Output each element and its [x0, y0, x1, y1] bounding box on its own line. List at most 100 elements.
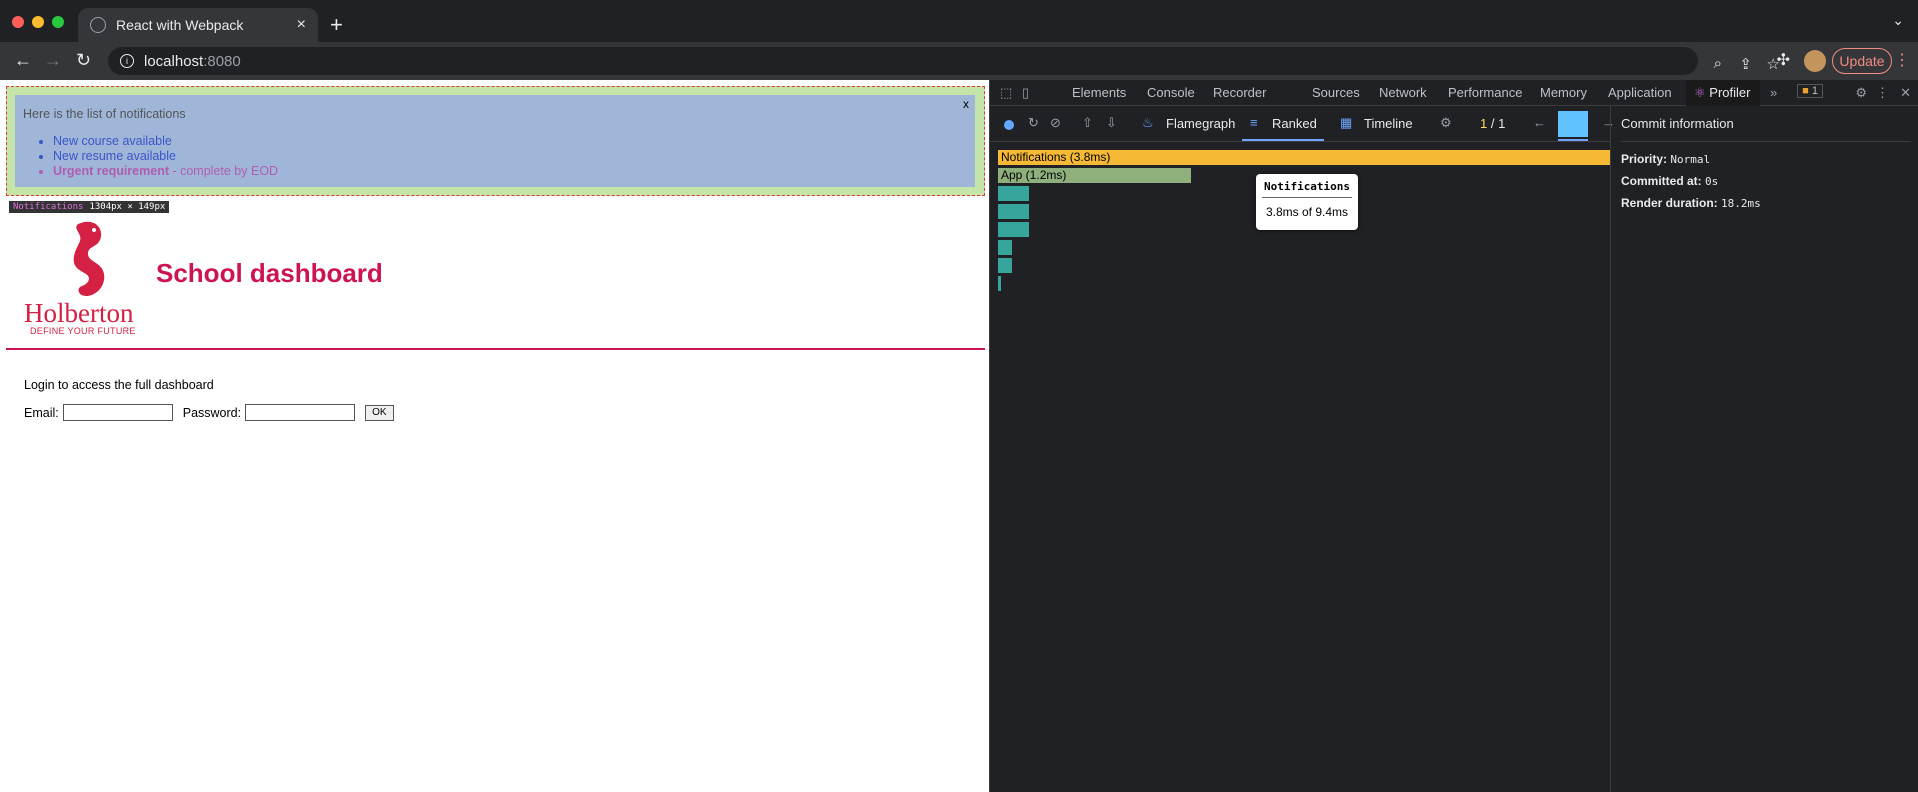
commit-bar[interactable]: [1558, 111, 1588, 137]
back-arrow-icon[interactable]: ←: [14, 50, 32, 71]
ranked-bar[interactable]: Notifications (3.8ms): [998, 150, 1610, 165]
tab-performance[interactable]: Performance: [1448, 85, 1522, 100]
profiler-settings-icon[interactable]: ⚙: [1440, 115, 1452, 131]
login-prompt: Login to access the full dashboard: [24, 378, 214, 392]
tab-strip: React with Webpack × + ⌄: [0, 0, 1918, 42]
tab-memory[interactable]: Memory: [1540, 85, 1587, 100]
close-window-button[interactable]: [12, 16, 24, 28]
more-menu-icon[interactable]: ⋮: [1894, 50, 1910, 70]
globe-icon: [90, 17, 106, 33]
settings-gear-icon[interactable]: ⚙: [1855, 85, 1867, 101]
tooltip-title: Notifications: [1262, 180, 1352, 198]
commit-total: 1: [1498, 116, 1506, 131]
login-form: Email: Password: OK: [24, 404, 394, 421]
priority-label: Priority:: [1621, 152, 1668, 166]
issues-badge[interactable]: ■ 1: [1797, 84, 1823, 98]
committed-label: Committed at:: [1621, 174, 1702, 188]
forward-arrow-icon[interactable]: →: [44, 50, 62, 71]
clear-icon[interactable]: ⊘: [1050, 115, 1061, 131]
ranked-bar[interactable]: [998, 186, 1029, 201]
update-button[interactable]: Update: [1832, 48, 1892, 74]
share-icon[interactable]: ⇪: [1739, 55, 1752, 73]
browser-toolbar: ← → ↻ i localhost:8080 ⌕ ⇪ ☆: [0, 42, 1918, 80]
ranked-bar[interactable]: App (1.2ms): [998, 168, 1192, 183]
tab-close-icon[interactable]: ×: [297, 16, 306, 34]
devtools-menu-icon[interactable]: ⋮: [1876, 85, 1889, 101]
notification-item[interactable]: Urgent requirement - complete by EOD: [53, 164, 967, 178]
minimize-window-button[interactable]: [32, 16, 44, 28]
notification-item[interactable]: New resume available: [53, 149, 967, 163]
commit-info-header: Commit information: [1621, 116, 1911, 142]
password-field[interactable]: [245, 404, 356, 421]
maximize-window-button[interactable]: [52, 16, 64, 28]
render-value: 18.2ms: [1721, 197, 1761, 210]
ranked-bar[interactable]: [998, 204, 1029, 219]
tooltip-body: 3.8ms of 9.4ms: [1265, 205, 1349, 219]
header-divider: [6, 348, 985, 350]
issues-count: 1: [1811, 85, 1818, 97]
reload-profile-icon[interactable]: ↻: [1028, 115, 1039, 131]
page-viewport: x Here is the list of notifications New …: [0, 80, 989, 792]
info-icon[interactable]: i: [120, 54, 134, 68]
url-host: localhost: [144, 52, 204, 70]
committed-row: Committed at: 0s: [1621, 174, 1718, 188]
tab-recorder[interactable]: Recorder: [1213, 85, 1266, 100]
ranked-icon: ≡: [1250, 115, 1258, 130]
timeline-icon: ▦: [1340, 115, 1353, 130]
tab-profiler-label: Profiler: [1709, 85, 1751, 100]
commit-current: 1: [1480, 116, 1488, 131]
tab-title: React with Webpack: [116, 17, 244, 33]
ok-button[interactable]: OK: [365, 404, 394, 421]
ranked-bar[interactable]: [998, 276, 1002, 291]
tab-elements[interactable]: Elements: [1072, 85, 1126, 100]
notification-item[interactable]: New course available: [53, 134, 967, 148]
download-icon[interactable]: ⇩: [1106, 115, 1117, 131]
ranked-bar[interactable]: [998, 240, 1013, 255]
tab-application[interactable]: Application: [1608, 85, 1672, 100]
commit-counter: 1 / 1: [1480, 116, 1506, 131]
prev-commit-icon[interactable]: ←: [1533, 115, 1546, 130]
close-icon[interactable]: x: [963, 97, 969, 111]
new-tab-button[interactable]: +: [330, 12, 343, 38]
url-port: :8080: [203, 52, 241, 70]
record-icon[interactable]: [1004, 120, 1014, 130]
notification-text: New course available: [53, 134, 172, 148]
tab-profiler[interactable]: ⚛ Profiler: [1686, 80, 1761, 106]
address-bar[interactable]: i localhost:8080: [108, 47, 1698, 75]
tab-network[interactable]: Network: [1379, 85, 1427, 100]
logo-tagline: DEFINE YOUR FUTURE: [30, 326, 136, 336]
ranked-bar[interactable]: [998, 258, 1013, 273]
mode-ranked[interactable]: Ranked: [1272, 116, 1317, 131]
selected-commit-indicator: [1558, 139, 1588, 141]
mode-flamegraph[interactable]: Flamegraph: [1166, 116, 1235, 131]
logo-wordmark: Holberton: [24, 298, 134, 328]
reload-icon[interactable]: ↻: [76, 50, 91, 71]
render-label: Render duration:: [1621, 196, 1718, 210]
email-field[interactable]: [62, 404, 173, 421]
mode-timeline[interactable]: Timeline: [1364, 116, 1413, 131]
priority-row: Priority: Normal: [1621, 152, 1710, 166]
avatar[interactable]: [1804, 50, 1826, 72]
notifications-panel: x Here is the list of notifications New …: [15, 95, 975, 187]
warning-icon: ■: [1802, 85, 1809, 97]
notifications-list: New course available New resume availabl…: [53, 134, 967, 178]
ranked-bar[interactable]: [998, 222, 1029, 237]
flame-icon: ♨: [1142, 115, 1154, 130]
tab-sources[interactable]: Sources: [1312, 85, 1360, 100]
close-devtools-icon[interactable]: ✕: [1900, 85, 1911, 101]
zoom-icon[interactable]: ⌕: [1714, 55, 1722, 72]
inspect-size: 1304px × 149px: [89, 202, 166, 212]
extensions-icon[interactable]: ✣: [1777, 50, 1790, 70]
inspect-element-icon[interactable]: ⬚: [1000, 85, 1012, 101]
upload-icon[interactable]: ⇧: [1082, 115, 1093, 131]
chevron-down-icon[interactable]: ⌄: [1892, 12, 1904, 29]
tab-console[interactable]: Console: [1147, 85, 1195, 100]
devtools-tab-bar: ⬚ ▯ Elements Console Recorder Sources Ne…: [990, 80, 1918, 106]
react-icon: ⚛: [1694, 85, 1706, 100]
committed-value: 0s: [1705, 175, 1719, 188]
browser-tab[interactable]: React with Webpack ×: [78, 8, 318, 42]
password-label: Password:: [182, 405, 242, 420]
more-tabs-icon[interactable]: »: [1770, 85, 1777, 100]
component-tooltip: Notifications 3.8ms of 9.4ms: [1256, 174, 1358, 230]
device-toolbar-icon[interactable]: ▯: [1022, 85, 1029, 101]
